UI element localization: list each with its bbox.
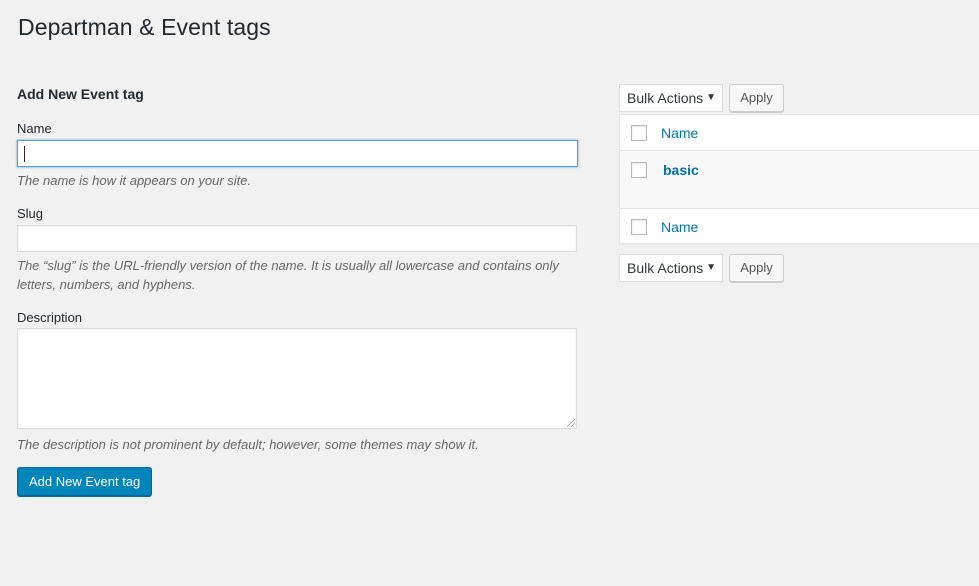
name-label: Name (17, 121, 52, 136)
select-all-checkbox-footer[interactable] (631, 219, 647, 235)
description-hint: The description is not prominent by defa… (17, 437, 479, 452)
slug-label: Slug (17, 206, 44, 221)
table-header: Name (620, 115, 979, 151)
page-title: Departman & Event tags (18, 14, 271, 40)
apply-button-bottom[interactable]: Apply (729, 254, 784, 282)
description-textarea[interactable] (17, 328, 577, 429)
column-name-sort-link-footer[interactable]: Name (661, 219, 698, 235)
form-heading: Add New Event tag (17, 86, 144, 102)
name-input[interactable] (17, 140, 578, 167)
select-all-checkbox[interactable] (631, 125, 647, 141)
bulk-actions-label: Bulk Actions (627, 90, 704, 106)
slug-input[interactable] (17, 225, 577, 252)
bulk-actions-label: Bulk Actions (627, 260, 704, 276)
resize-handle-icon[interactable] (567, 419, 575, 427)
add-new-tag-button[interactable]: Add New Event tag (17, 467, 153, 496)
dropdown-arrow-icon: ▼ (706, 92, 716, 103)
dropdown-arrow-icon: ▼ (706, 262, 716, 273)
bulk-actions-select-top[interactable]: Bulk Actions ▼ (619, 84, 723, 112)
row-checkbox[interactable] (631, 162, 647, 178)
text-caret (24, 146, 25, 162)
name-hint: The name is how it appears on your site. (17, 173, 252, 188)
description-label: Description (17, 310, 83, 325)
bulk-actions-select-bottom[interactable]: Bulk Actions ▼ (619, 254, 723, 282)
table-row: basic (620, 151, 979, 208)
apply-button-top[interactable]: Apply (729, 84, 784, 112)
column-name-sort-link[interactable]: Name (661, 125, 698, 141)
tags-table: Name basic Name (619, 114, 979, 244)
row-name-link[interactable]: basic (663, 162, 699, 178)
table-footer: Name (620, 208, 979, 244)
slug-hint: The “slug” is the URL-friendly version o… (17, 258, 559, 292)
